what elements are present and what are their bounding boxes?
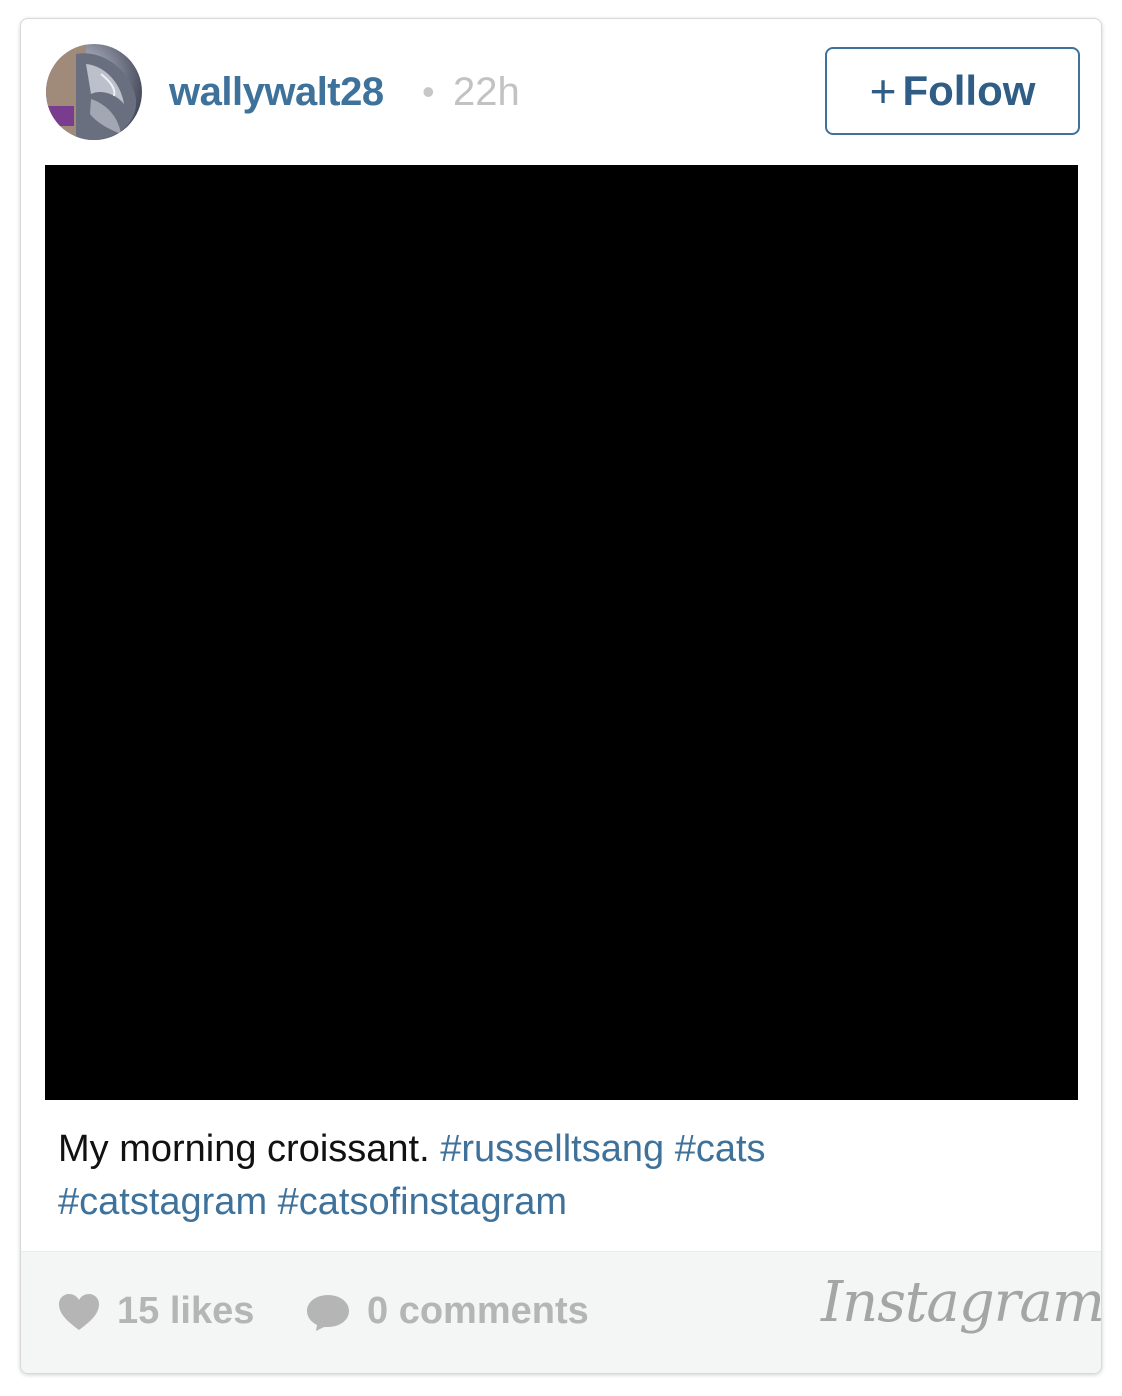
instagram-logo[interactable]: Instagram <box>821 1270 1101 1335</box>
heart-icon <box>59 1293 99 1330</box>
hashtag-link[interactable]: #catstagram <box>58 1181 267 1223</box>
likes-label: 15 likes <box>117 1290 255 1332</box>
separator-dot: • <box>422 71 435 112</box>
comments-label: 0 comments <box>367 1290 589 1332</box>
post-caption: My morning croissant. #russelltsang #cat… <box>58 1123 1068 1229</box>
plus-icon: + <box>869 65 897 117</box>
follow-button[interactable]: + Follow <box>825 47 1080 135</box>
post-photo[interactable] <box>45 165 1078 1100</box>
likes-count[interactable]: 15 likes <box>57 1290 254 1333</box>
post-footer: 15 likes 0 comments Instagram <box>21 1251 1101 1373</box>
username-link[interactable]: wallywalt28 <box>169 67 384 117</box>
caption-text: My morning croissant. <box>58 1128 430 1170</box>
follow-label: Follow <box>902 67 1036 114</box>
avatar-image <box>46 44 137 140</box>
hashtag-link[interactable]: #russelltsang <box>440 1128 664 1170</box>
post-timestamp[interactable]: 22h <box>453 67 520 117</box>
hashtag-link[interactable]: #cats <box>675 1128 766 1170</box>
avatar[interactable] <box>46 44 142 140</box>
comments-count[interactable]: 0 comments <box>305 1290 589 1333</box>
hashtag-link[interactable]: #catsofinstagram <box>278 1181 567 1223</box>
post-header: wallywalt28 • 22h + Follow <box>21 19 1101 165</box>
comment-bubble-icon <box>307 1294 349 1331</box>
post-card: wallywalt28 • 22h + Follow My morning cr… <box>20 18 1102 1374</box>
